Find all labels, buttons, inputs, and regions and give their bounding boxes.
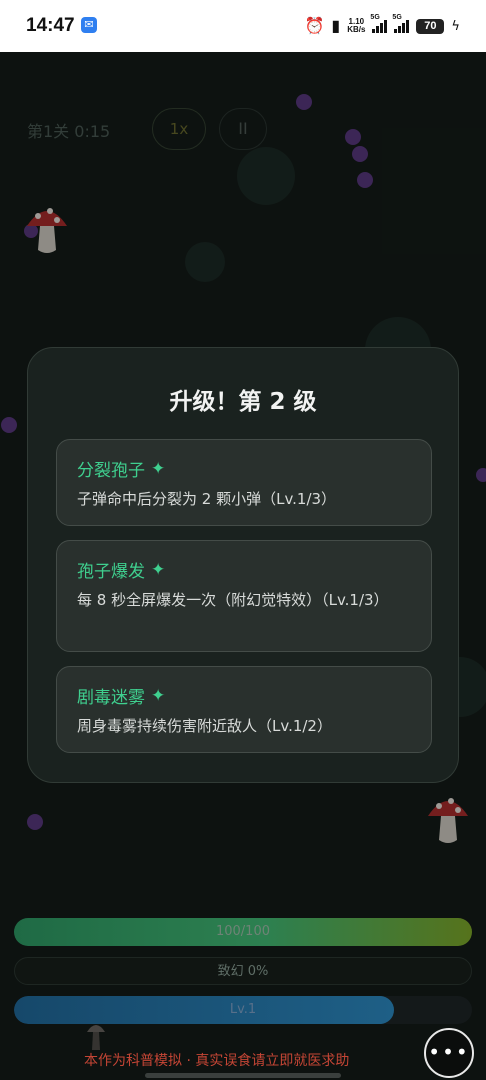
option-description: 每 8 秒全屏爆发一次（附幻觉特效）（Lv.1/3） bbox=[77, 591, 389, 609]
charging-icon: ϟ bbox=[451, 18, 460, 34]
upgrade-option-split-spore[interactable]: 分裂孢子 ✦ 子弹命中后分裂为 2 颗小弹（Lv.1/3） bbox=[56, 439, 432, 526]
battery-icon: 70 bbox=[416, 18, 445, 34]
signal-icon-2: 5G bbox=[392, 14, 410, 33]
level-up-dialog: 升级！第 2 级 分裂孢子 ✦ 子弹命中后分裂为 2 颗小弹（Lv.1/3） 孢… bbox=[27, 347, 459, 783]
status-bar: 14:47 ✉ ⏰ ▮ 1.10 KB/s 5G 5G 70 ϟ bbox=[0, 0, 486, 52]
health-bar: 100/100 bbox=[14, 918, 472, 946]
option-name-row: 分裂孢子 ✦ bbox=[77, 456, 411, 482]
sparkle-icon: ✦ bbox=[151, 458, 166, 479]
vibrate-icon: ▮ bbox=[331, 16, 341, 35]
safety-disclaimer: 本作为科普模拟 · 真实误食请立即就医求助 bbox=[84, 1053, 350, 1069]
status-time: 14:47 bbox=[26, 15, 75, 36]
option-name: 分裂孢子 bbox=[77, 461, 145, 481]
hallucination-value: 致幻 0% bbox=[217, 964, 269, 979]
option-name: 孢子爆发 bbox=[77, 562, 145, 582]
status-icons: ⏰ ▮ 1.10 KB/s 5G 5G 70 ϟ bbox=[304, 14, 460, 38]
option-name-row: 孢子爆发 ✦ bbox=[77, 557, 411, 583]
experience-bar: Lv.1 bbox=[14, 996, 472, 1024]
gesture-bar[interactable] bbox=[145, 1073, 341, 1078]
network-speed: 1.10 KB/s bbox=[347, 18, 365, 34]
health-value: 100/100 bbox=[215, 924, 270, 939]
upgrade-option-spore-burst[interactable]: 孢子爆发 ✦ 每 8 秒全屏爆发一次（附幻觉特效）（Lv.1/3） bbox=[56, 540, 432, 652]
net-speed-unit: KB/s bbox=[347, 25, 366, 34]
upgrade-option-toxic-mist[interactable]: 剧毒迷雾 ✦ 周身毒雾持续伤害附近敌人（Lv.1/2） bbox=[56, 666, 432, 753]
option-description: 子弹命中后分裂为 2 颗小弹（Lv.1/3） bbox=[77, 490, 337, 508]
level-value: Lv.1 bbox=[229, 1002, 257, 1017]
signal-icon: 5G bbox=[370, 14, 388, 33]
dialog-title: 升级！第 2 级 bbox=[169, 389, 317, 415]
hallucination-bar: 致幻 0% bbox=[14, 957, 472, 985]
more-icon[interactable]: ••• bbox=[424, 1028, 474, 1078]
option-name-row: 剧毒迷雾 ✦ bbox=[77, 683, 411, 709]
sparkle-icon: ✦ bbox=[151, 559, 166, 580]
option-description: 周身毒雾持续伤害附近敌人（Lv.1/2） bbox=[77, 717, 332, 735]
sparkle-icon: ✦ bbox=[151, 685, 166, 706]
sim1-label: 5G bbox=[370, 14, 380, 21]
option-name: 剧毒迷雾 bbox=[77, 688, 145, 708]
sim2-label: 5G bbox=[392, 14, 402, 21]
alarm-icon: ⏰ bbox=[304, 16, 325, 35]
message-icon: ✉ bbox=[81, 17, 97, 33]
